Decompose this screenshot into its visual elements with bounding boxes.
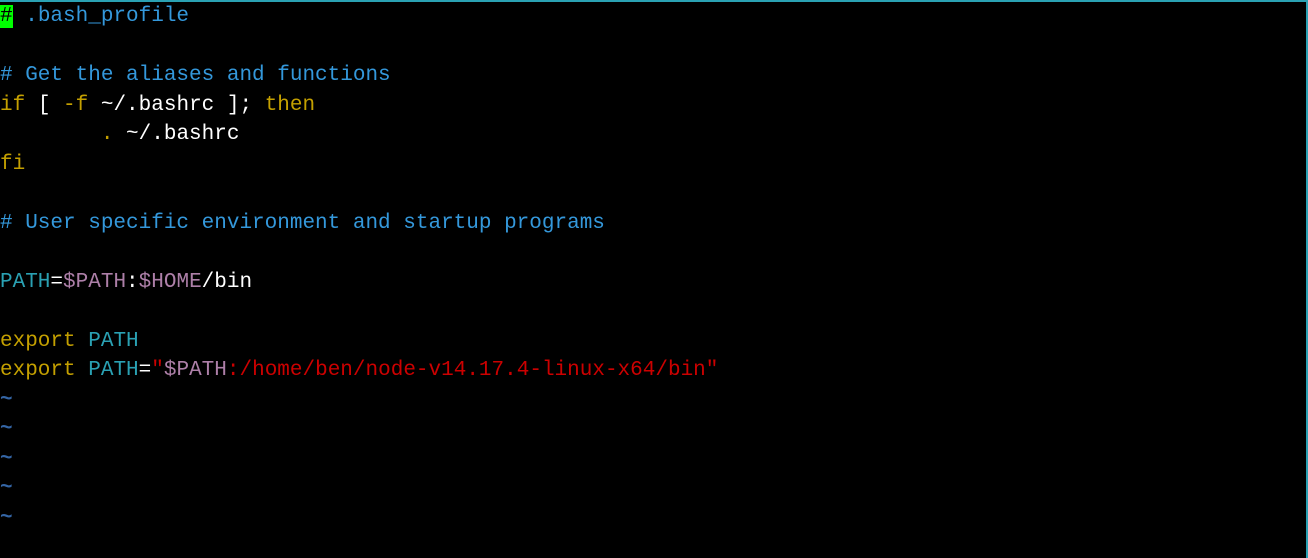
code-segment — [0, 123, 101, 146]
editor-line[interactable]: PATH=$PATH:$HOME/bin — [0, 268, 1306, 298]
code-segment: ~/.bashrc — [88, 94, 227, 117]
editor-line[interactable]: if [ -f ~/.bashrc ]; then — [0, 91, 1306, 121]
code-segment: PATH — [0, 271, 50, 294]
editor-line[interactable]: fi — [0, 150, 1306, 180]
vim-editor[interactable]: # .bash_profile # Get the aliases and fu… — [0, 2, 1306, 533]
editor-line[interactable] — [0, 297, 1306, 327]
code-segment: ~ — [0, 507, 13, 530]
code-segment: fi — [0, 153, 25, 176]
code-segment: : — [126, 271, 139, 294]
code-segment: export — [0, 359, 76, 382]
code-segment: PATH — [88, 330, 138, 353]
code-segment: .bash_profile — [13, 5, 189, 28]
code-segment: " — [151, 359, 164, 382]
code-segment — [76, 359, 89, 382]
editor-line[interactable]: # User specific environment and startup … — [0, 209, 1306, 239]
code-segment: # — [0, 5, 13, 28]
code-segment: " — [706, 359, 719, 382]
code-segment: then — [265, 94, 315, 117]
code-segment: ~ — [0, 418, 13, 441]
code-segment: if — [0, 94, 25, 117]
code-segment: # Get the aliases and functions — [0, 64, 391, 87]
editor-line[interactable]: export PATH — [0, 327, 1306, 357]
code-segment: ~ — [0, 448, 13, 471]
editor-line[interactable]: # Get the aliases and functions — [0, 61, 1306, 91]
code-segment: -f — [63, 94, 88, 117]
code-segment: ~ — [0, 477, 13, 500]
code-segment: ]; — [227, 94, 252, 117]
editor-line[interactable]: ~ — [0, 504, 1306, 534]
editor-line[interactable]: ~ — [0, 474, 1306, 504]
editor-line[interactable]: # .bash_profile — [0, 2, 1306, 32]
code-segment: :/home/ben/node-v14.17.4-linux-x64/bin — [227, 359, 706, 382]
editor-line[interactable]: export PATH="$PATH:/home/ben/node-v14.17… — [0, 356, 1306, 386]
code-segment: . — [101, 123, 114, 146]
editor-line[interactable]: ~ — [0, 386, 1306, 416]
editor-line[interactable]: ~ — [0, 445, 1306, 475]
code-segment: $PATH — [63, 271, 126, 294]
editor-line[interactable] — [0, 179, 1306, 209]
code-segment: $PATH — [164, 359, 227, 382]
code-segment: = — [139, 359, 152, 382]
editor-line[interactable]: . ~/.bashrc — [0, 120, 1306, 150]
editor-line[interactable] — [0, 32, 1306, 62]
code-segment: /bin — [202, 271, 252, 294]
code-segment: ~ — [0, 389, 13, 412]
code-segment — [252, 94, 265, 117]
editor-line[interactable] — [0, 238, 1306, 268]
code-segment: ~/.bashrc — [113, 123, 239, 146]
code-segment: = — [50, 271, 63, 294]
code-segment: [ — [25, 94, 63, 117]
code-segment: export — [0, 330, 76, 353]
editor-line[interactable]: ~ — [0, 415, 1306, 445]
code-segment: # User specific environment and startup … — [0, 212, 605, 235]
code-segment: PATH — [88, 359, 138, 382]
code-segment — [76, 330, 89, 353]
code-segment: $HOME — [139, 271, 202, 294]
